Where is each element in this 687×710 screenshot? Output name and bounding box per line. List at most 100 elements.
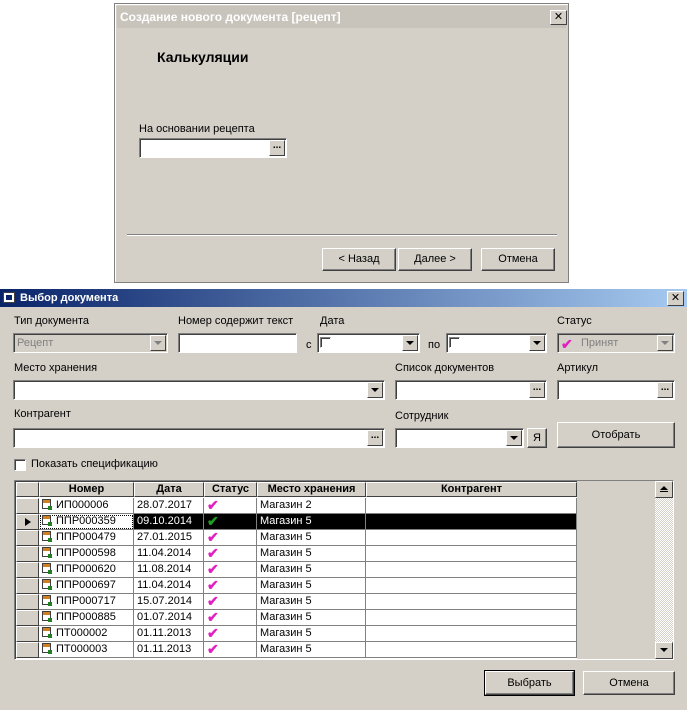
cell-counterparty[interactable] [366, 626, 577, 642]
counterparty-browse-button[interactable]: ... [367, 430, 383, 446]
grid-vertical-scrollbar[interactable] [655, 481, 673, 659]
cell-counterparty[interactable] [366, 610, 577, 626]
employee-dropdown-icon[interactable] [506, 430, 522, 446]
row-indicator[interactable] [16, 578, 39, 594]
cell-number[interactable]: ПТ000003 [39, 642, 134, 658]
next-button[interactable]: Далее > [398, 248, 472, 271]
cell-counterparty[interactable] [366, 594, 577, 610]
filter-button[interactable]: Отобрать [557, 422, 675, 448]
cell-number[interactable]: ППР000359 [39, 514, 134, 530]
cell-storage[interactable]: Магазин 5 [257, 610, 366, 626]
cell-status[interactable]: ✔ [204, 594, 257, 610]
number-input[interactable] [178, 333, 297, 353]
row-indicator[interactable] [16, 594, 39, 610]
row-indicator[interactable] [16, 546, 39, 562]
scroll-top-icon[interactable] [655, 481, 673, 498]
selector-close-button[interactable]: ✕ [667, 291, 684, 306]
cell-number[interactable]: ППР000697 [39, 578, 134, 594]
cell-status[interactable]: ✔ [204, 626, 257, 642]
cell-date[interactable]: 11.08.2014 [134, 562, 204, 578]
back-button[interactable]: < Назад [322, 248, 396, 271]
cell-storage[interactable]: Магазин 5 [257, 546, 366, 562]
cell-storage[interactable]: Магазин 5 [257, 594, 366, 610]
cell-counterparty[interactable] [366, 642, 577, 658]
employee-select[interactable] [395, 428, 524, 448]
cell-storage[interactable]: Магазин 5 [257, 578, 366, 594]
basis-recipe-browse-button[interactable]: ... [269, 140, 285, 156]
cell-storage[interactable]: Магазин 2 [257, 498, 366, 514]
counterparty-field[interactable]: ... [13, 428, 385, 448]
table-row[interactable]: ИП000006 28.07.2017 ✔ Магазин 2 [15, 498, 577, 514]
table-row[interactable]: ПТ000002 01.11.2013 ✔ Магазин 5 [15, 626, 577, 642]
article-field[interactable]: ... [557, 380, 675, 400]
cell-number[interactable]: ППР000620 [39, 562, 134, 578]
table-row[interactable]: ППР000697 11.04.2014 ✔ Магазин 5 [15, 578, 577, 594]
cell-counterparty[interactable] [366, 562, 577, 578]
cell-status[interactable]: ✔ [204, 514, 257, 530]
row-indicator[interactable] [16, 562, 39, 578]
cell-date[interactable]: 28.07.2017 [134, 498, 204, 514]
cell-date[interactable]: 11.04.2014 [134, 546, 204, 562]
cell-number[interactable]: ППР000598 [39, 546, 134, 562]
row-indicator[interactable] [16, 626, 39, 642]
cell-counterparty[interactable] [366, 578, 577, 594]
table-row[interactable]: ППР000598 11.04.2014 ✔ Магазин 5 [15, 546, 577, 562]
row-indicator[interactable] [16, 530, 39, 546]
doclist-field[interactable]: ... [395, 380, 547, 400]
cell-number[interactable]: ИП000006 [39, 498, 134, 514]
table-row[interactable]: ПТ000003 01.11.2013 ✔ Магазин 5 [15, 642, 577, 658]
cell-storage[interactable]: Магазин 5 [257, 514, 366, 530]
date-to-checkbox[interactable] [449, 337, 460, 348]
basis-recipe-field[interactable]: ... [139, 138, 287, 158]
article-browse-button[interactable]: ... [657, 382, 673, 398]
selector-cancel-button[interactable]: Отмена [583, 671, 675, 695]
cell-date[interactable]: 09.10.2014 [134, 514, 204, 530]
select-button[interactable]: Выбрать [484, 670, 575, 696]
show-spec-checkbox[interactable] [14, 459, 26, 471]
row-indicator[interactable] [16, 498, 39, 514]
column-header-status[interactable]: Статус [204, 482, 257, 497]
storage-select[interactable] [13, 380, 385, 400]
cell-storage[interactable]: Магазин 5 [257, 642, 366, 658]
me-button[interactable]: Я [527, 428, 547, 448]
cell-counterparty[interactable] [366, 546, 577, 562]
table-row[interactable]: ППР000885 01.07.2014 ✔ Магазин 5 [15, 610, 577, 626]
column-header-counterparty[interactable]: Контрагент [366, 482, 577, 497]
cell-status[interactable]: ✔ [204, 562, 257, 578]
current-row-indicator-icon[interactable] [16, 514, 39, 530]
cell-date[interactable]: 11.04.2014 [134, 578, 204, 594]
cell-counterparty[interactable] [366, 530, 577, 546]
cell-number[interactable]: ППР000479 [39, 530, 134, 546]
doclist-browse-button[interactable]: ... [529, 382, 545, 398]
cell-storage[interactable]: Магазин 5 [257, 530, 366, 546]
cell-date[interactable]: 15.07.2014 [134, 594, 204, 610]
cell-storage[interactable]: Магазин 5 [257, 562, 366, 578]
cell-status[interactable]: ✔ [204, 642, 257, 658]
column-header-storage[interactable]: Место хранения [257, 482, 366, 497]
cell-status[interactable]: ✔ [204, 578, 257, 594]
date-to-dropdown-icon[interactable] [529, 335, 545, 351]
documents-grid[interactable]: Номер Дата Статус Место хранения Контраг… [14, 480, 674, 660]
cell-status[interactable]: ✔ [204, 610, 257, 626]
cell-status[interactable]: ✔ [204, 530, 257, 546]
cell-date[interactable]: 01.07.2014 [134, 610, 204, 626]
cell-date[interactable]: 01.11.2013 [134, 626, 204, 642]
scroll-down-icon[interactable] [655, 642, 673, 659]
column-header-date[interactable]: Дата [134, 482, 204, 497]
row-indicator[interactable] [16, 642, 39, 658]
cell-status[interactable]: ✔ [204, 498, 257, 514]
cell-number[interactable]: ППР000717 [39, 594, 134, 610]
cell-date[interactable]: 27.01.2015 [134, 530, 204, 546]
wizard-close-button[interactable]: ✕ [550, 10, 567, 25]
wizard-cancel-button[interactable]: Отмена [481, 248, 555, 271]
cell-status[interactable]: ✔ [204, 546, 257, 562]
column-header-number[interactable]: Номер [39, 482, 134, 497]
table-row[interactable]: ППР000359 09.10.2014 ✔ Магазин 5 [15, 514, 577, 530]
cell-date[interactable]: 01.11.2013 [134, 642, 204, 658]
cell-number[interactable]: ПТ000002 [39, 626, 134, 642]
table-row[interactable]: ППР000717 15.07.2014 ✔ Магазин 5 [15, 594, 577, 610]
date-from-dropdown-icon[interactable] [402, 335, 418, 351]
cell-storage[interactable]: Магазин 5 [257, 626, 366, 642]
storage-dropdown-icon[interactable] [367, 382, 383, 398]
table-row[interactable]: ППР000479 27.01.2015 ✔ Магазин 5 [15, 530, 577, 546]
